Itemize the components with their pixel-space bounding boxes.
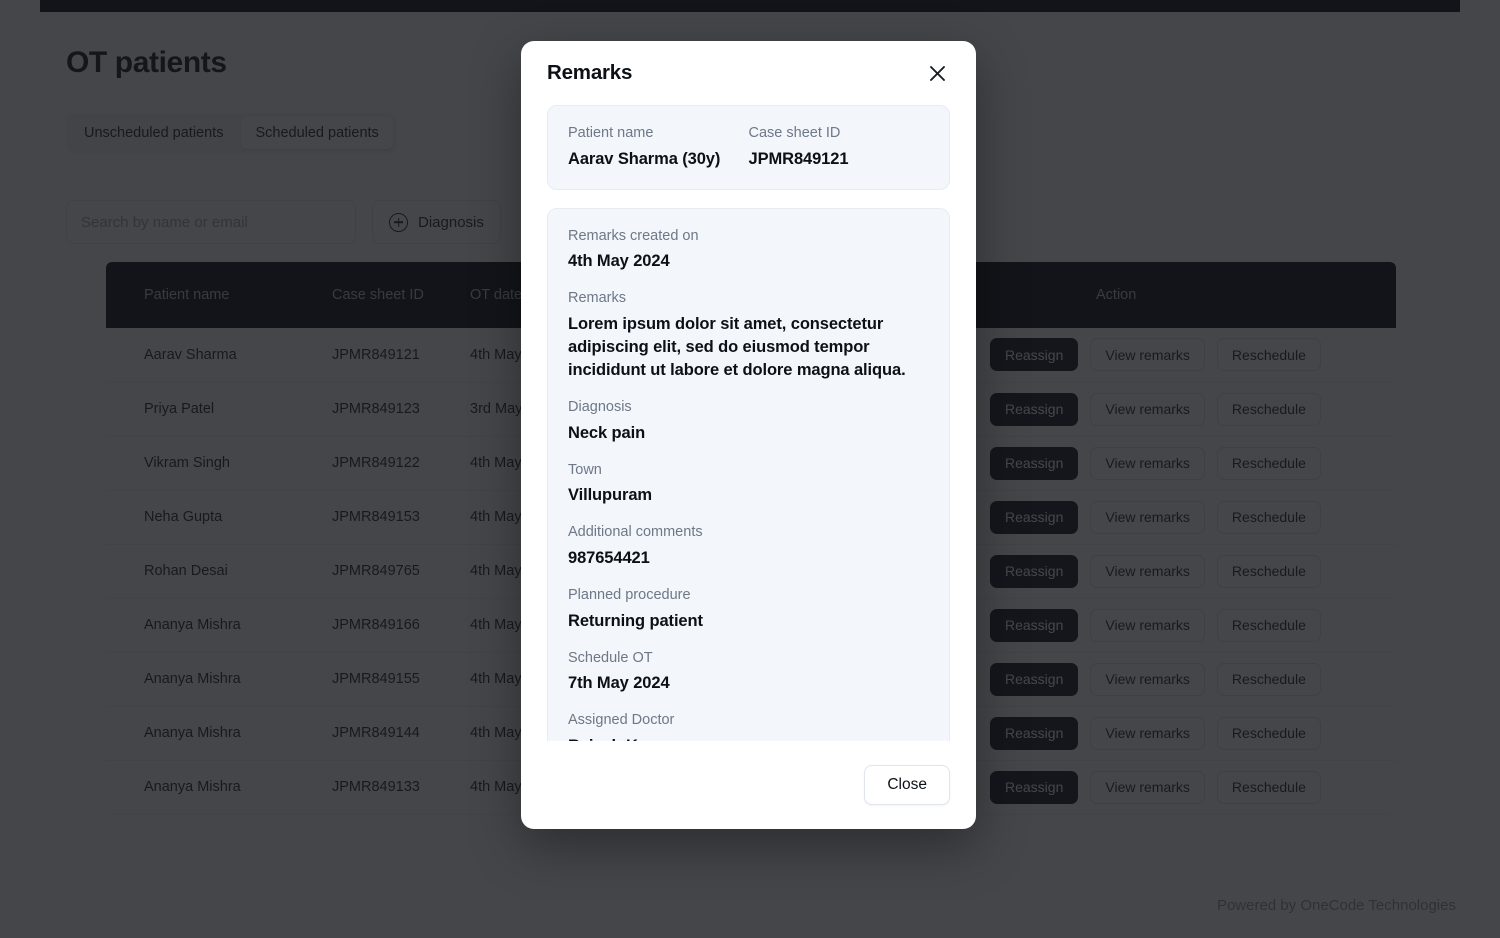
modal-header: Remarks (521, 41, 976, 105)
detail-label-planned-procedure: Planned procedure (568, 587, 691, 604)
detail-label-assigned-doctor: Assigned Doctor (568, 712, 675, 729)
patient-name-value: Aarav Sharma (30y) (568, 149, 721, 168)
remarks-modal: Remarks Patient name Aarav Sharma (30y) … (521, 41, 976, 829)
modal-footer: Close (521, 741, 976, 829)
detail-value-town: Villupuram (568, 486, 652, 505)
patient-name-label: Patient name (568, 125, 654, 141)
case-sheet-id-value: JPMR849121 (748, 149, 849, 168)
detail-label-town: Town (568, 461, 602, 478)
detail-field-remarks: Remarks Lorem ipsum dolor sit amet, conse… (568, 289, 929, 382)
detail-value-schedule-ot: 7th May 2024 (568, 674, 670, 693)
patient-summary-card: Patient name Aarav Sharma (30y) Case she… (547, 105, 950, 190)
remarks-detail-card: Remarks created on 4th May 2024 Remarks Lor… (547, 207, 950, 741)
detail-value-remarks: Lorem ipsum dolor sit amet, consectetur … (568, 314, 906, 380)
close-icon[interactable] (924, 60, 950, 86)
modal-title: Remarks (547, 61, 633, 84)
detail-field-assigned-doctor: Assigned DoctorRajesh Kanna (568, 711, 929, 741)
detail-field-additional-comments: Additional comments 987654421 (568, 523, 929, 570)
detail-value-additional-comments: 987654421 (568, 549, 650, 568)
close-button[interactable]: Close (864, 765, 950, 805)
detail-value-planned-procedure: Returning patient (568, 611, 703, 630)
detail-label-schedule-ot: Schedule OT (568, 649, 653, 666)
detail-field-remarks-created-on: Remarks created on 4th May 2024 (568, 227, 929, 274)
detail-label-remarks-created-on: Remarks created on (568, 227, 699, 244)
detail-value-remarks-created-on: 4th May 2024 (568, 252, 670, 271)
detail-value-diagnosis: Neck pain (568, 423, 646, 442)
detail-label-remarks: Remarks (568, 290, 627, 307)
detail-label-diagnosis: Diagnosis (568, 399, 632, 416)
case-sheet-id-field: Case sheet ID JPMR849121 (749, 124, 930, 171)
case-sheet-id-label: Case sheet ID (748, 125, 841, 141)
detail-field-diagnosis: Diagnosis Neck pain (568, 398, 929, 445)
modal-body: Patient name Aarav Sharma (30y) Case she… (521, 105, 976, 741)
detail-label-additional-comments: Additional comments (568, 524, 703, 541)
detail-field-town: Town Villupuram (568, 461, 929, 508)
detail-field-planned-procedure: Planned procedure Returning patient (568, 586, 929, 633)
patient-name-field: Patient name Aarav Sharma (30y) (568, 124, 749, 171)
detail-field-schedule-ot: Schedule OT 7th May 2024 (568, 649, 929, 696)
